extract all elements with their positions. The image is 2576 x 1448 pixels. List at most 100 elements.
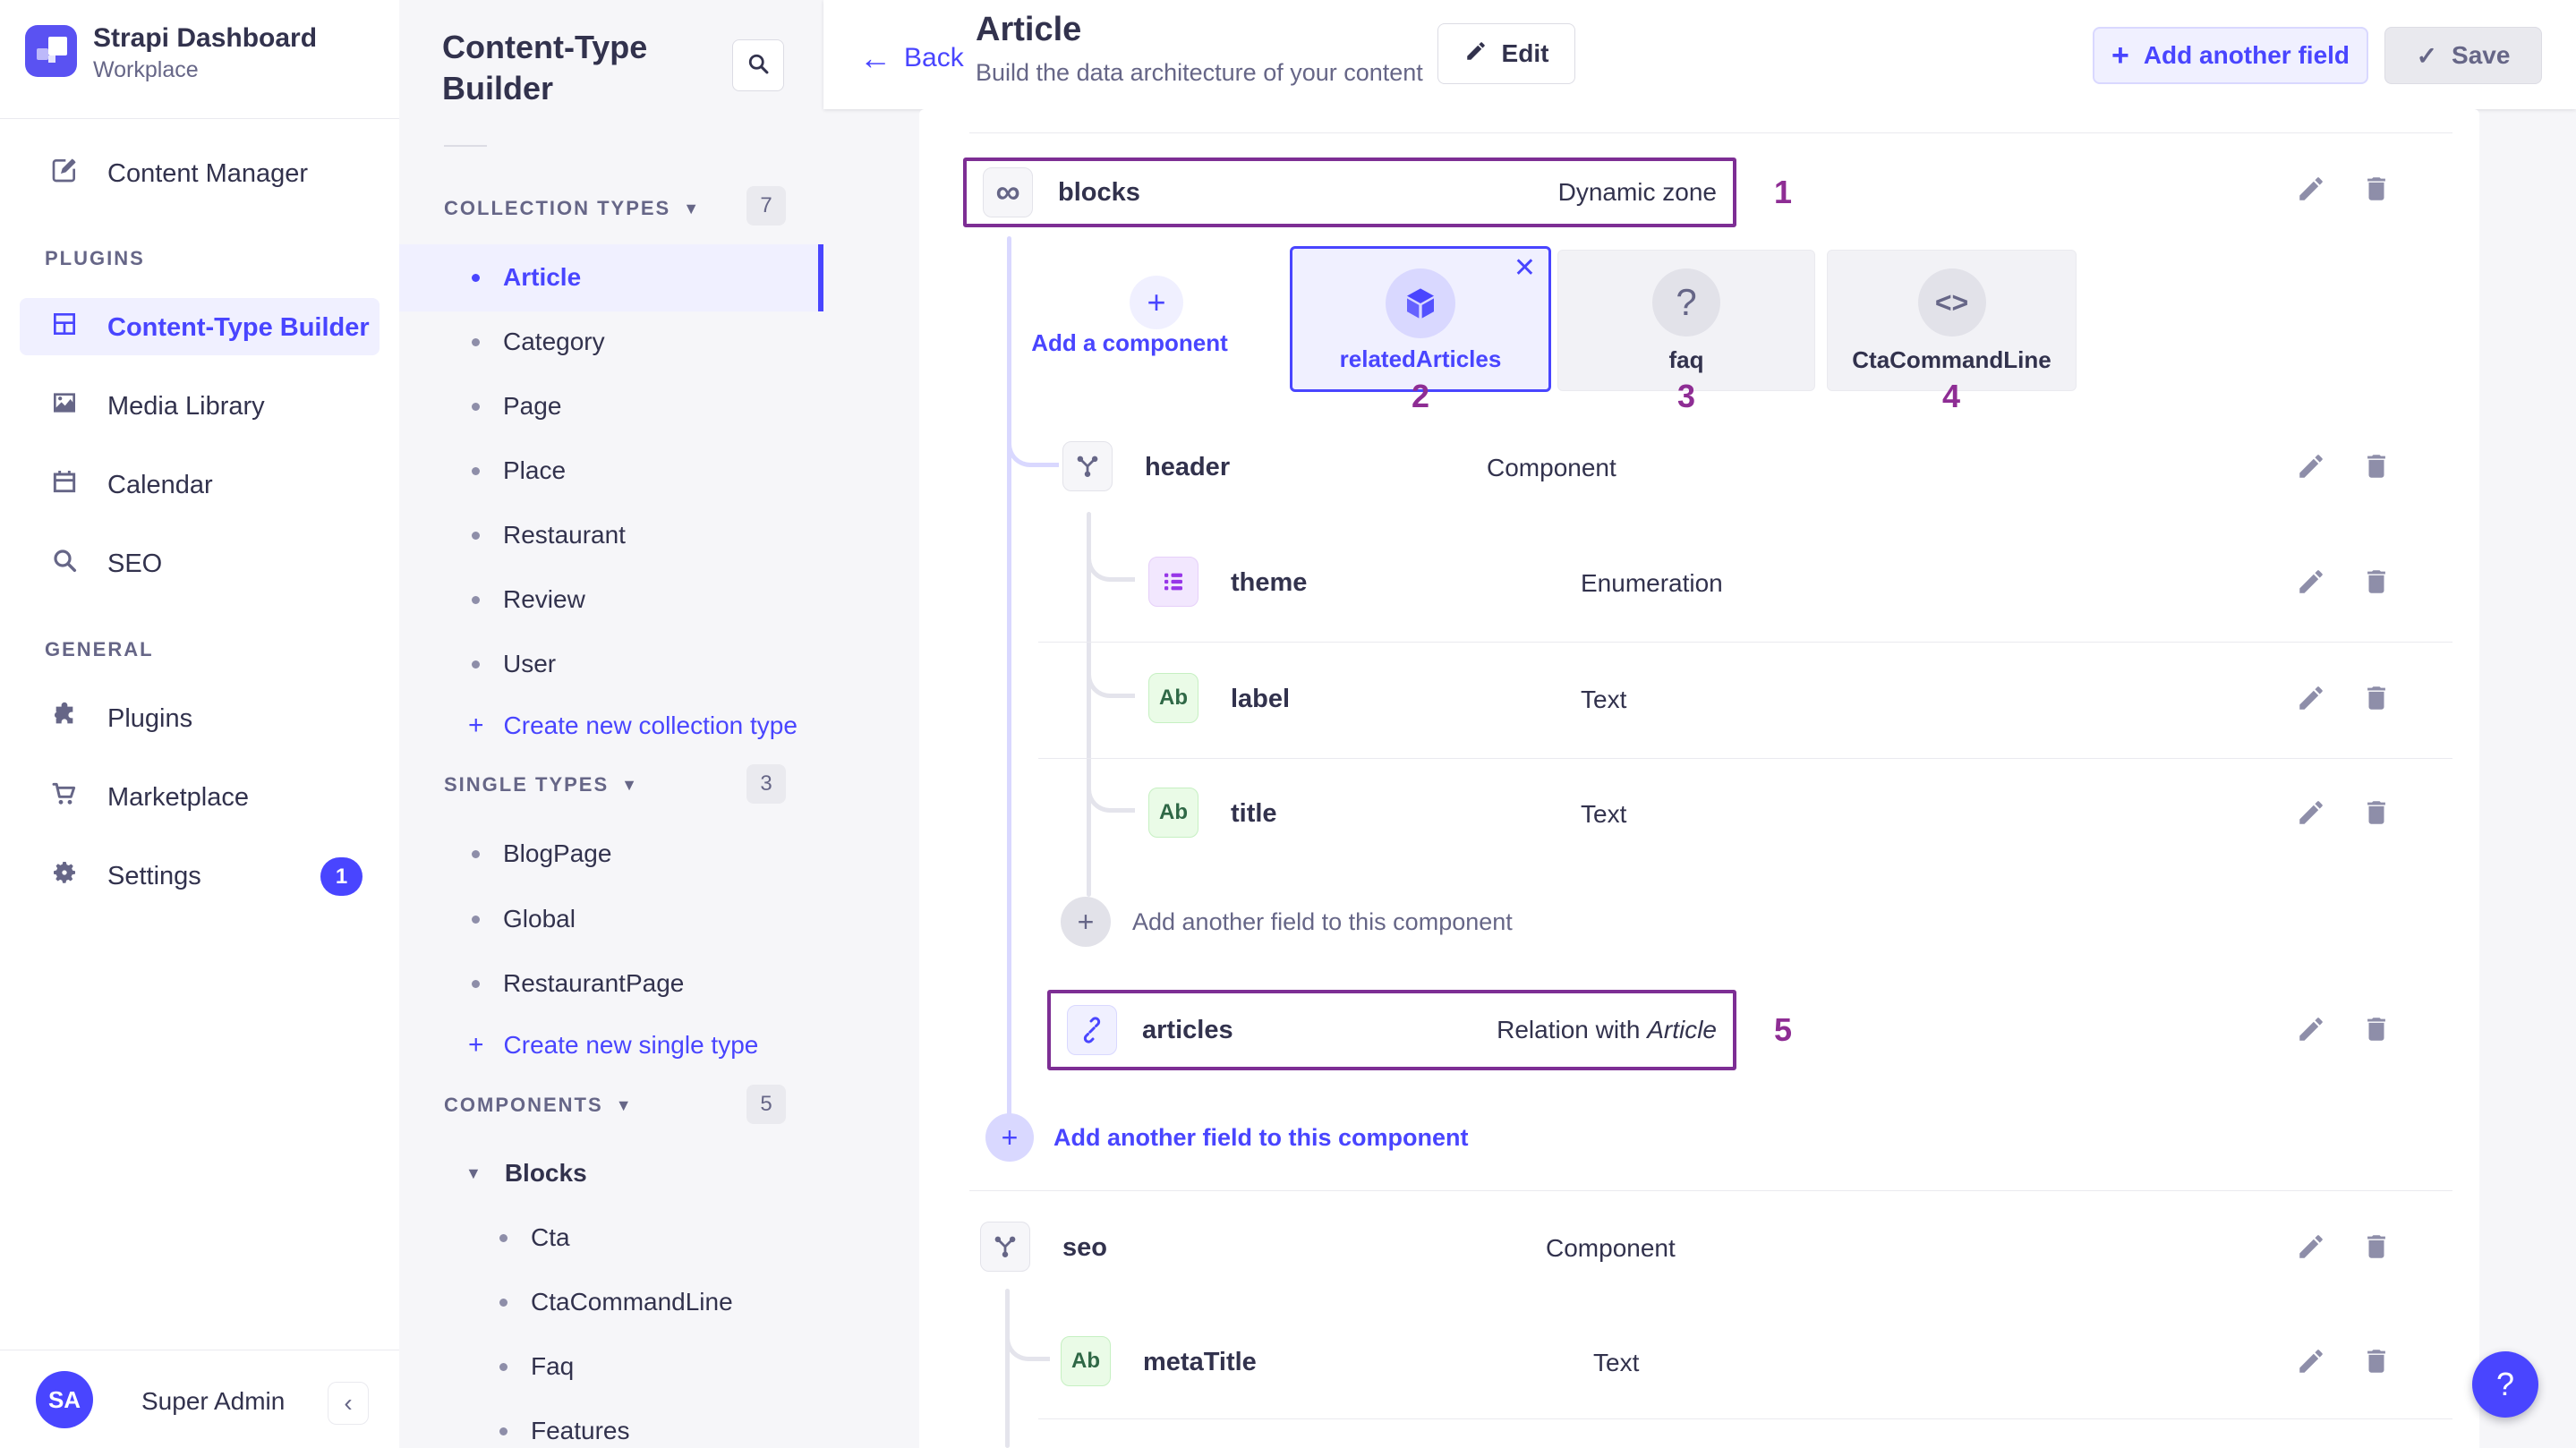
field-name: theme [1231,568,1307,598]
field-name: seo [1062,1233,1107,1263]
component-card-relatedarticles[interactable]: ✕ relatedArticles [1290,246,1551,392]
divider [969,1190,2452,1191]
single-item-restaurantpage[interactable]: RestaurantPage [472,969,684,998]
back-link[interactable]: ← Back [859,39,964,77]
search-button[interactable] [732,39,784,91]
delete-field-button[interactable] [2358,1343,2394,1379]
divider [0,118,399,119]
collection-item-user[interactable]: User [472,650,556,678]
sidebar-item-content-type-builder[interactable]: Content-Type Builder [50,311,370,344]
bullet-icon [472,338,480,346]
field-type: Dynamic zone [1558,178,1717,207]
delete-field-button[interactable] [2358,680,2394,716]
bullet-icon [472,274,480,282]
single-item-global[interactable]: Global [472,905,576,933]
search-icon [746,51,771,81]
arrow-left-icon: ← [859,39,891,77]
sidebar-item-marketplace[interactable]: Marketplace [50,781,249,813]
component-item-ctacommandline[interactable]: CtaCommandLine [499,1288,733,1316]
field-row-blocks[interactable]: ∞ blocks Dynamic zone [963,158,1736,227]
sidebar-item-media-library[interactable]: Media Library [50,390,265,422]
component-item-faq[interactable]: Faq [499,1352,574,1381]
collection-item-article-bg[interactable] [399,244,818,311]
avatar[interactable]: SA [36,1371,93,1428]
search-icon [50,546,79,582]
bullet-icon [472,596,480,604]
bullet-icon [499,1299,508,1307]
collection-item-page[interactable]: Page [472,392,561,421]
pen-square-icon [50,156,79,192]
bullet-icon [472,403,480,411]
help-button[interactable]: ? [2472,1351,2538,1418]
component-item-features[interactable]: Features [499,1417,630,1445]
edit-button[interactable]: Edit [1437,23,1575,84]
collection-item-category[interactable]: Category [472,328,605,356]
pencil-icon [1464,39,1488,69]
bullet-icon [472,532,480,540]
collection-item-restaurant[interactable]: Restaurant [472,521,626,549]
delete-field-button[interactable] [2358,1229,2394,1265]
delete-field-button[interactable] [2358,795,2394,830]
field-name: metaTitle [1143,1348,1257,1377]
delete-field-button[interactable] [2358,1011,2394,1047]
component-item-cta[interactable]: Cta [499,1223,570,1252]
sidebar-item-plugins[interactable]: Plugins [50,703,192,735]
collection-item-place[interactable]: Place [472,456,566,485]
image-icon [50,388,79,424]
edit-field-button[interactable] [2293,795,2329,830]
sidebar-item-seo[interactable]: SEO [50,548,162,580]
strapi-logo [25,25,77,77]
sidebar-item-settings[interactable]: Settings [50,860,201,892]
component-card-faq[interactable]: ? faq [1557,250,1815,391]
field-row-articles[interactable]: articles Relation with Article [1047,990,1736,1070]
single-types-header[interactable]: SINGLE TYPES ▼ [444,773,639,796]
component-card-ctacommandline[interactable]: <> CtaCommandLine [1827,250,2077,391]
tree-branch [1087,548,1135,582]
bullet-icon [499,1427,508,1435]
collapse-sidebar-button[interactable]: ‹ [328,1382,369,1425]
collection-item-review[interactable]: Review [472,585,585,614]
collection-item-article[interactable]: Article [472,263,581,292]
create-collection-type-link[interactable]: +Create new collection type [468,711,798,741]
edit-field-button[interactable] [2293,448,2329,484]
field-type: Text [1581,686,1626,714]
add-field-to-component-label[interactable]: Add another field to this component [1132,908,1513,936]
edit-field-button[interactable] [2293,1229,2329,1265]
add-component-label[interactable]: Add a component [1022,329,1237,357]
bullet-icon [472,980,480,988]
puzzle-icon [50,701,79,737]
add-field-to-component-button[interactable]: + [985,1113,1034,1162]
sidebar-item-content-manager[interactable]: Content Manager [50,158,308,190]
add-component-button[interactable]: + [1130,276,1183,329]
delete-field-button[interactable] [2358,448,2394,484]
component-card-label: faq [1558,346,1814,374]
workspace-label: Workplace [93,57,199,83]
bullet-icon [472,916,480,924]
collection-types-header[interactable]: COLLECTION TYPES ▼ [444,197,701,220]
field-type: Text [1593,1349,1639,1377]
edit-field-button[interactable] [2293,171,2329,207]
tree-branch [1087,664,1135,698]
sidebar-item-calendar[interactable]: Calendar [50,469,213,501]
field-type: Component [1546,1234,1676,1263]
delete-field-button[interactable] [2358,564,2394,600]
cube-icon [1386,268,1455,338]
components-header[interactable]: COMPONENTS ▼ [444,1094,634,1117]
close-icon[interactable]: ✕ [1514,252,1536,284]
save-button[interactable]: ✓ Save [2384,27,2542,84]
edit-field-button[interactable] [2293,1343,2329,1379]
delete-field-button[interactable] [2358,171,2394,207]
add-field-to-component-button[interactable]: + [1061,897,1111,947]
create-single-type-link[interactable]: +Create new single type [468,1030,758,1060]
edit-field-button[interactable] [2293,564,2329,600]
edit-field-button[interactable] [2293,680,2329,716]
builder-title: Content-Type Builder [442,27,720,109]
field-name: label [1231,685,1290,714]
add-another-field-button[interactable]: + Add another field [2093,27,2368,84]
page-title: Article [976,11,1081,49]
single-item-blogpage[interactable]: BlogPage [472,839,611,868]
add-field-to-component-label[interactable]: Add another field to this component [1053,1124,1468,1152]
components-group-blocks[interactable]: ▼Blocks [465,1159,587,1188]
strapi-dashboard: Strapi Dashboard Workplace Content Manag… [0,0,2576,1448]
edit-field-button[interactable] [2293,1011,2329,1047]
